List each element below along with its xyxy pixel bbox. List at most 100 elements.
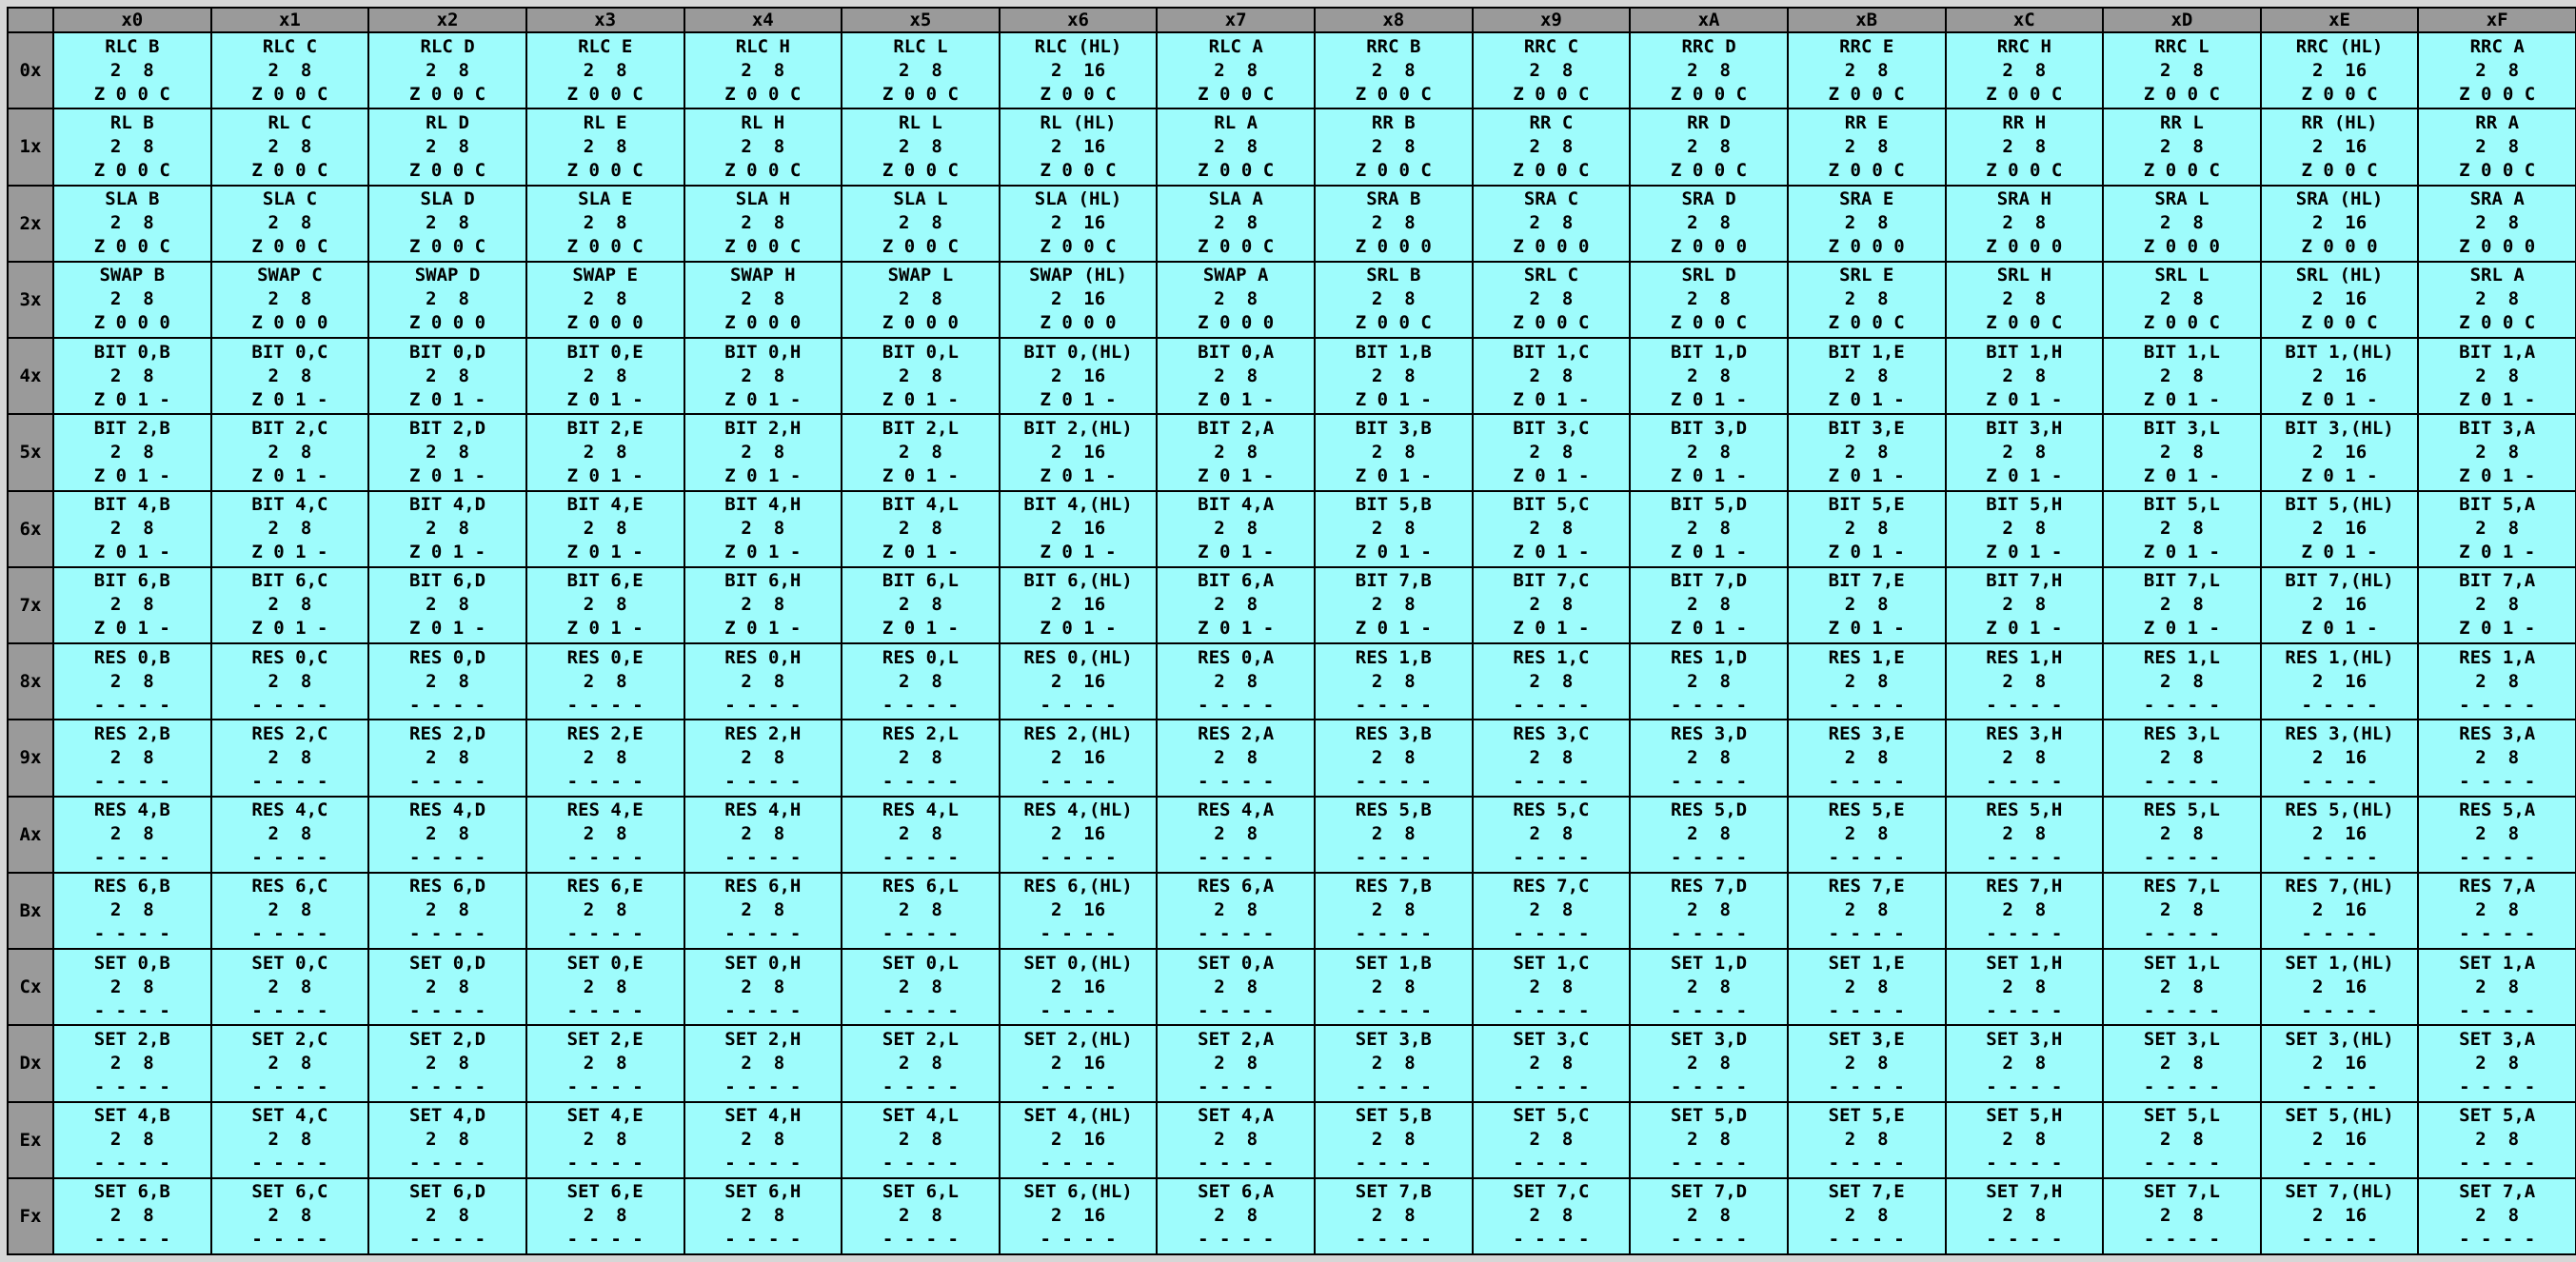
flags: - - - -	[724, 694, 802, 716]
length-cycles: 2 8	[2160, 1129, 2204, 1151]
flags: Z 0 0 0	[1513, 236, 1590, 258]
opcode-cell: RL A2 8Z 0 0 C	[1156, 108, 1316, 187]
flags: - - - -	[2301, 999, 2378, 1021]
length-cycles: 2 8	[2002, 670, 2047, 692]
flags: Z 0 0 C	[1828, 83, 1905, 105]
flags: Z 0 1 -	[1355, 618, 1432, 640]
opcode-cell: RES 6,A 2 8- - - -	[1156, 871, 1316, 951]
length-cycles: 2 8	[1844, 59, 1889, 81]
mnemonic: BIT 4,L	[882, 494, 959, 516]
mnemonic: BIT 6,H	[724, 570, 802, 592]
row-header: 7x	[7, 565, 54, 645]
opcode-cell: BIT 1,B 2 8Z 0 1 -	[1314, 336, 1474, 416]
length-cycles: 2 8	[583, 823, 627, 845]
opcode-cell: SET 2,E 2 8- - - -	[525, 1024, 685, 1103]
mnemonic: BIT 6,L	[882, 570, 959, 592]
mnemonic: RL H	[741, 111, 785, 133]
mnemonic: SWAP E	[572, 265, 638, 286]
length-cycles: 2 8	[899, 823, 942, 845]
mnemonic: RRC C	[1523, 35, 1579, 57]
length-cycles: 2 8	[1371, 212, 1416, 234]
opcode-cell: SRA L2 8Z 0 0 0	[2102, 184, 2262, 263]
flags: Z 0 0 0	[93, 312, 170, 334]
length-cycles: 2 8	[426, 135, 469, 157]
length-cycles: 2 8	[2475, 1052, 2520, 1074]
mnemonic: RRC (HL)	[2295, 35, 2384, 57]
length-cycles: 2 8	[1529, 670, 1574, 692]
length-cycles: 2 8	[1371, 594, 1416, 616]
flags: Z 0 1 -	[566, 464, 644, 486]
row-header: Dx	[7, 1024, 54, 1103]
opcode-cell: RRC H2 8Z 0 0 C	[1944, 30, 2105, 110]
flags: - - - -	[2301, 1153, 2378, 1174]
mnemonic: RES 5,A	[2459, 799, 2536, 821]
flags: Z 0 0 C	[409, 236, 486, 258]
length-cycles: 2 16	[1050, 1052, 1106, 1074]
length-cycles: 2 8	[1371, 365, 1416, 386]
opcode-cell: RES 1,E 2 8- - - -	[1786, 641, 1947, 721]
opcode-cell: RLC C2 8Z 0 0 C	[209, 30, 370, 110]
opcode-cell: SRL L2 8Z 0 0 C	[2102, 260, 2262, 340]
length-cycles: 2 8	[899, 594, 942, 616]
length-cycles: 2 16	[2311, 1129, 2368, 1151]
opcode-cell: BIT 0,E 2 8Z 0 1 -	[525, 336, 685, 416]
flags: - - - -	[1355, 1075, 1432, 1097]
flags: Z 0 1 -	[1040, 388, 1117, 410]
length-cycles: 2 8	[426, 746, 469, 768]
opcode-cell: RES 2,A 2 8- - - -	[1156, 719, 1316, 798]
opcode-cell: BIT 2,B 2 8Z 0 1 -	[52, 413, 212, 492]
mnemonic: BIT 1,H	[1986, 341, 2063, 363]
length-cycles: 2 16	[2311, 976, 2368, 997]
mnemonic: BIT 1,L	[2143, 341, 2220, 363]
flags: Z 0 0 C	[1198, 83, 1275, 105]
mnemonic: SRL (HL)	[2295, 265, 2384, 286]
flags: Z 0 0 C	[2301, 83, 2378, 105]
opcode-cell: BIT 1,C 2 8Z 0 1 -	[1471, 336, 1632, 416]
length-cycles: 2 8	[583, 976, 627, 997]
opcode-cell: RRC A2 8Z 0 0 C	[2417, 30, 2576, 110]
flags: Z 0 1 -	[1671, 618, 1748, 640]
length-cycles: 2 8	[1844, 976, 1889, 997]
opcode-cell: RES 0,(HL) 2 16- - - -	[998, 641, 1159, 721]
flags: Z 0 0 C	[1355, 159, 1432, 181]
opcode-cell: RES 6,C 2 8- - - -	[209, 871, 370, 951]
opcode-cell: SET 2,H 2 8- - - -	[683, 1024, 843, 1103]
mnemonic: RES 4,H	[724, 799, 802, 821]
mnemonic: SET 0,H	[724, 952, 802, 974]
mnemonic: BIT 7,(HL)	[2285, 570, 2394, 592]
flags: - - - -	[882, 770, 959, 792]
length-cycles: 2 8	[2002, 976, 2047, 997]
flags: Z 0 0 C	[1671, 159, 1748, 181]
opcode-cell: SET 4,E 2 8- - - -	[525, 1100, 685, 1179]
length-cycles: 2 8	[1214, 135, 1258, 157]
mnemonic: BIT 1,A	[2459, 341, 2536, 363]
length-cycles: 2 8	[426, 899, 469, 921]
opcode-cell: SET 4,L 2 8- - - -	[841, 1100, 1001, 1179]
flags: Z 0 1 -	[882, 618, 959, 640]
length-cycles: 2 8	[268, 746, 312, 768]
flags: - - - -	[2143, 1229, 2220, 1251]
table-row: 2x SLA B2 8Z 0 0 C SLA C2 8Z 0 0 C SLA D2 8…	[7, 184, 2576, 263]
length-cycles: 2 8	[2160, 59, 2204, 81]
opcode-cell: SET 3,C 2 8- - - -	[1471, 1024, 1632, 1103]
length-cycles: 2 16	[2311, 518, 2368, 540]
length-cycles: 2 8	[109, 1129, 154, 1151]
length-cycles: 2 16	[1050, 441, 1106, 463]
mnemonic: SET 2,A	[1198, 1028, 1275, 1050]
opcode-cell: SRL E2 8Z 0 0 C	[1786, 260, 1947, 340]
mnemonic: SLA (HL)	[1034, 188, 1122, 210]
opcode-cell: RES 7,E 2 8- - - -	[1786, 871, 1947, 951]
mnemonic: RES 5,C	[1513, 799, 1590, 821]
flags: - - - -	[1513, 999, 1590, 1021]
flags: - - - -	[882, 847, 959, 869]
mnemonic: SRL E	[1839, 265, 1894, 286]
flags: Z 0 0 C	[1513, 312, 1590, 334]
opcode-cell: BIT 6,E 2 8Z 0 1 -	[525, 565, 685, 645]
mnemonic: SET 4,E	[566, 1105, 644, 1127]
opcode-cell: RL B2 8Z 0 0 C	[52, 108, 212, 187]
opcode-cell: RR H2 8Z 0 0 C	[1944, 108, 2105, 187]
opcode-cell: RES 1,(HL) 2 16- - - -	[2259, 641, 2420, 721]
opcode-cell: SET 5,E 2 8- - - -	[1786, 1100, 1947, 1179]
length-cycles: 2 8	[583, 594, 627, 616]
opcode-cell: SET 0,L 2 8- - - -	[841, 947, 1001, 1027]
